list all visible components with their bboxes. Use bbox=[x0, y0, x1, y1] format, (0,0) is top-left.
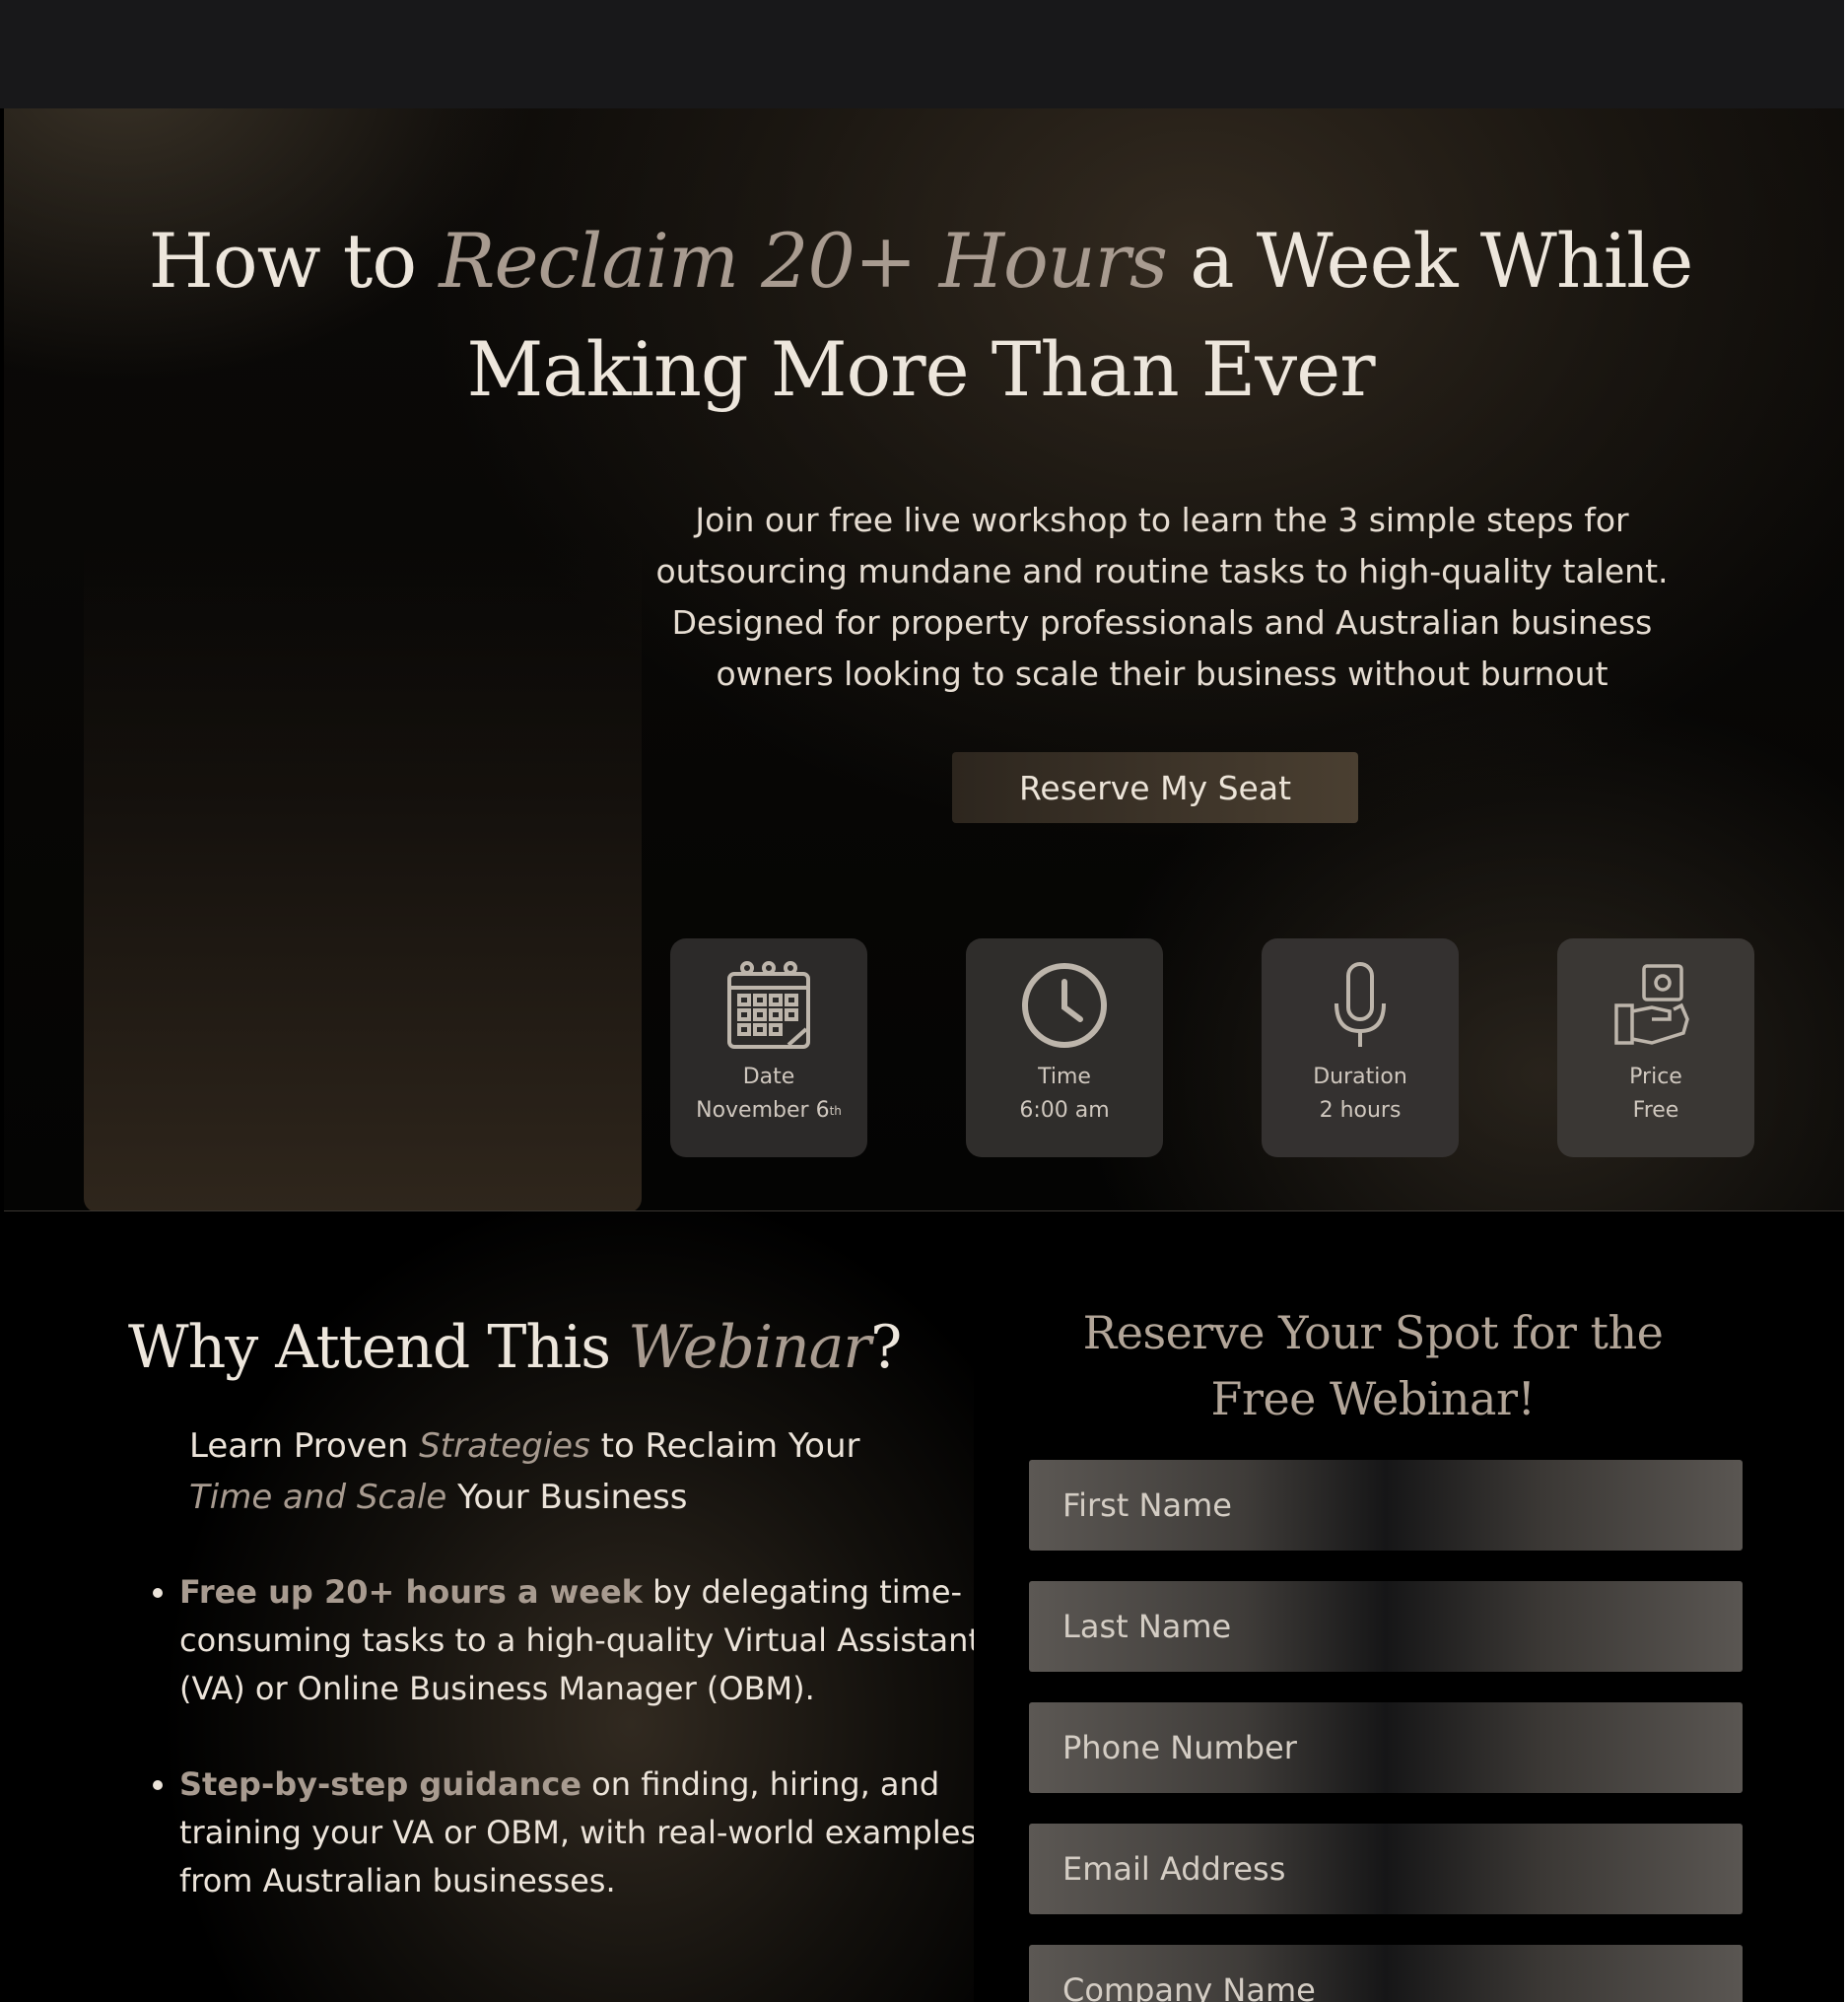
top-bar bbox=[0, 0, 1848, 108]
hero-title-highlight: Reclaim 20+ Hours bbox=[439, 217, 1168, 305]
registration-form-panel: Reserve Your Spot for the Free Webinar! bbox=[974, 1211, 1844, 2002]
page-edge bbox=[1844, 0, 1848, 2002]
time-label: Time bbox=[1038, 1065, 1091, 1089]
date-value: November 6th bbox=[696, 1098, 842, 1123]
form-title: Reserve Your Spot for the Free Webinar! bbox=[1082, 1306, 1664, 1425]
info-card-date: Date November 6th bbox=[670, 938, 867, 1157]
info-card-time: Time 6:00 am bbox=[966, 938, 1163, 1157]
cash-hand-icon bbox=[1614, 964, 1689, 1045]
phone-number-field[interactable] bbox=[1029, 1702, 1743, 1793]
company-name-field[interactable] bbox=[1029, 1945, 1743, 2002]
time-value: 6:00 am bbox=[1019, 1098, 1110, 1123]
reserve-seat-button[interactable]: Reserve My Seat bbox=[952, 752, 1358, 823]
info-card-duration: Duration 2 hours bbox=[1262, 938, 1459, 1157]
why-attend-section: Why Attend This Webinar? Learn Proven St… bbox=[0, 1211, 974, 2002]
first-name-field[interactable] bbox=[1029, 1460, 1743, 1551]
host-photo-placeholder bbox=[84, 538, 642, 1210]
microphone-icon bbox=[1335, 962, 1386, 1047]
list-item: Free up 20+ hours a week by delegating t… bbox=[179, 1568, 974, 1713]
why-attend-title: Why Attend This Webinar? bbox=[128, 1313, 902, 1382]
last-name-field[interactable] bbox=[1029, 1581, 1743, 1672]
email-field[interactable] bbox=[1029, 1824, 1743, 1914]
calendar-icon bbox=[727, 961, 810, 1049]
hero-section: How to Reclaim 20+ Hours a Week While Ma… bbox=[4, 108, 1844, 1211]
duration-label: Duration bbox=[1313, 1065, 1407, 1089]
duration-value: 2 hours bbox=[1319, 1098, 1402, 1123]
date-label: Date bbox=[742, 1065, 795, 1089]
list-item: Step-by-step guidance on finding, hiring… bbox=[179, 1760, 974, 1905]
hero-title: How to Reclaim 20+ Hours a Week While Ma… bbox=[148, 217, 1694, 413]
benefits-list: Free up 20+ hours a week by delegating t… bbox=[148, 1568, 974, 1953]
info-card-price: Price Free bbox=[1557, 938, 1754, 1157]
why-attend-subtitle: Learn Proven Strategies to Reclaim Your … bbox=[189, 1426, 860, 1517]
price-label: Price bbox=[1629, 1065, 1682, 1089]
price-value: Free bbox=[1632, 1098, 1679, 1123]
hero-subtitle: Join our free live workshop to learn the… bbox=[655, 501, 1669, 693]
clock-icon bbox=[1022, 963, 1107, 1048]
